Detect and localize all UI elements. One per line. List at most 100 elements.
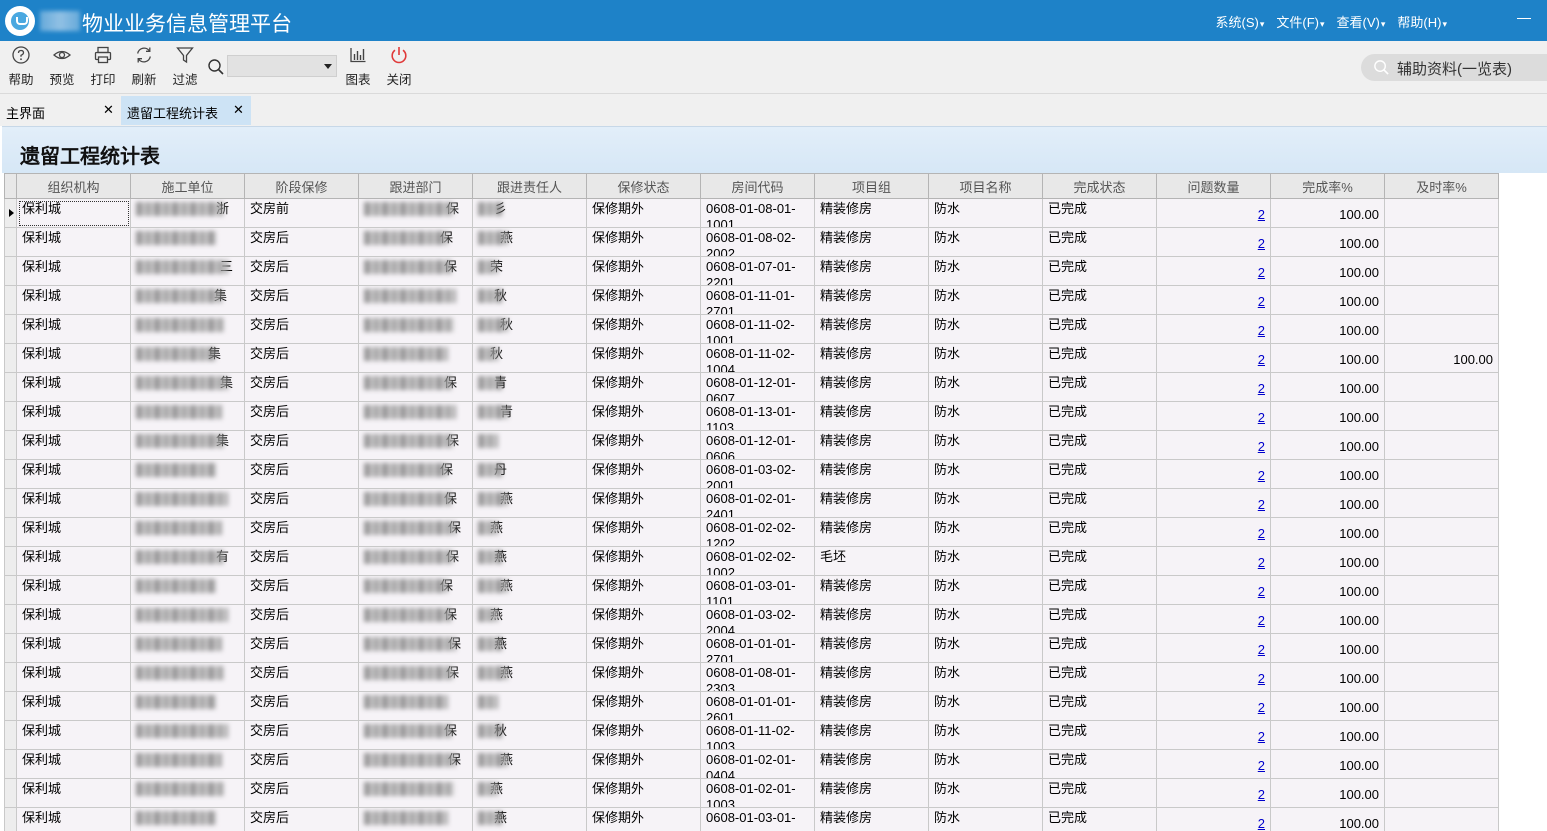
cell-status[interactable]: 已完成 <box>1043 402 1157 431</box>
cell-org[interactable]: 保利城 <box>17 286 131 315</box>
row-indicator[interactable] <box>5 199 17 228</box>
cell-dept[interactable]: 保 <box>359 431 473 460</box>
row-indicator[interactable] <box>5 460 17 489</box>
cell-rate[interactable]: 100.00 <box>1271 460 1385 489</box>
cell-person[interactable]: 燕 <box>473 634 587 663</box>
row-indicator[interactable] <box>5 750 17 779</box>
table-row[interactable]: 保利城浙交房前保彡保修期外0608-01-08-01-1001精装修房防水已完成… <box>5 199 1499 228</box>
cell-warranty[interactable]: 保修期外 <box>587 576 701 605</box>
cell-timely[interactable] <box>1385 431 1499 460</box>
cell-org[interactable]: 保利城 <box>17 518 131 547</box>
table-row[interactable]: 保利城交房后保燕保修期外0608-01-02-02-1202精装修房防水已完成2… <box>5 518 1499 547</box>
cell-group[interactable]: 毛坯 <box>815 547 929 576</box>
cell-timely[interactable] <box>1385 692 1499 721</box>
issue-count-link[interactable]: 2 <box>1258 265 1265 280</box>
table-row[interactable]: 保利城交房后燕保修期外0608-01-02-01-1003精装修房防水已完成21… <box>5 779 1499 808</box>
cell-org[interactable]: 保利城 <box>17 634 131 663</box>
cell-dept[interactable]: 保 <box>359 228 473 257</box>
row-indicator[interactable] <box>5 257 17 286</box>
row-indicator[interactable] <box>5 605 17 634</box>
column-header[interactable]: 施工单位 <box>131 174 245 199</box>
cell-timely[interactable] <box>1385 286 1499 315</box>
table-row[interactable]: 保利城交房后保燕保修期外0608-01-03-02-2004精装修房防水已完成2… <box>5 605 1499 634</box>
cell-status[interactable]: 已完成 <box>1043 634 1157 663</box>
cell-room-code[interactable]: 0608-01-01-01-2601 <box>701 692 815 721</box>
cell-room-code[interactable]: 0608-01-12-01-0606 <box>701 431 815 460</box>
cell-room-code[interactable]: 0608-01-07-01-2201 <box>701 257 815 286</box>
cell-dept[interactable] <box>359 344 473 373</box>
cell-org[interactable]: 保利城 <box>17 344 131 373</box>
cell-group[interactable]: 精装修房 <box>815 721 929 750</box>
cell-group[interactable]: 精装修房 <box>815 576 929 605</box>
column-header[interactable]: 房间代码 <box>701 174 815 199</box>
table-row[interactable]: 保利城交房后秋保修期外0608-01-11-02-1001精装修房防水已完成21… <box>5 315 1499 344</box>
table-row[interactable]: 保利城交房后保丹保修期外0608-01-03-02-2001精装修房防水已完成2… <box>5 460 1499 489</box>
cell-rate[interactable]: 100.00 <box>1271 808 1385 831</box>
cell-dept[interactable] <box>359 808 473 831</box>
cell-warranty[interactable]: 保修期外 <box>587 199 701 228</box>
cell-rate[interactable]: 100.00 <box>1271 228 1385 257</box>
cell-project[interactable]: 防水 <box>929 808 1043 831</box>
cell-stage[interactable]: 交房前 <box>245 199 359 228</box>
cell-contractor[interactable]: 集 <box>131 431 245 460</box>
cell-status[interactable]: 已完成 <box>1043 547 1157 576</box>
cell-contractor[interactable] <box>131 692 245 721</box>
cell-person[interactable]: 燕 <box>473 663 587 692</box>
issue-count-link[interactable]: 2 <box>1258 729 1265 744</box>
row-indicator[interactable] <box>5 286 17 315</box>
cell-warranty[interactable]: 保修期外 <box>587 315 701 344</box>
cell-org[interactable]: 保利城 <box>17 460 131 489</box>
table-row[interactable]: 保利城交房后保秋保修期外0608-01-11-02-1003精装修房防水已完成2… <box>5 721 1499 750</box>
data-grid[interactable]: 组织机构 施工单位 阶段保修 跟进部门 跟进责任人 保修状态 房间代码 项目组 … <box>4 173 1500 831</box>
table-row[interactable]: 保利城有交房后保燕保修期外0608-01-02-02-1002毛坯防水已完成21… <box>5 547 1499 576</box>
cell-org[interactable]: 保利城 <box>17 808 131 831</box>
cell-dept[interactable] <box>359 286 473 315</box>
row-indicator[interactable] <box>5 373 17 402</box>
cell-contractor[interactable] <box>131 460 245 489</box>
cell-org[interactable]: 保利城 <box>17 431 131 460</box>
column-header[interactable]: 阶段保修 <box>245 174 359 199</box>
cell-stage[interactable]: 交房后 <box>245 431 359 460</box>
cell-timely[interactable] <box>1385 779 1499 808</box>
cell-stage[interactable]: 交房后 <box>245 402 359 431</box>
column-header[interactable]: 完成状态 <box>1043 174 1157 199</box>
table-row[interactable]: 保利城交房后保燕保修期外0608-01-08-02-2002精装修房防水已完成2… <box>5 228 1499 257</box>
cell-warranty[interactable]: 保修期外 <box>587 634 701 663</box>
cell-org[interactable]: 保利城 <box>17 692 131 721</box>
cell-project[interactable]: 防水 <box>929 663 1043 692</box>
row-indicator[interactable] <box>5 402 17 431</box>
cell-contractor[interactable] <box>131 228 245 257</box>
table-row[interactable]: 保利城交房后保修期外0608-01-01-01-2601精装修房防水已完成210… <box>5 692 1499 721</box>
cell-warranty[interactable]: 保修期外 <box>587 692 701 721</box>
cell-group[interactable]: 精装修房 <box>815 808 929 831</box>
row-indicator[interactable] <box>5 315 17 344</box>
cell-timely[interactable] <box>1385 228 1499 257</box>
cell-project[interactable]: 防水 <box>929 605 1043 634</box>
cell-room-code[interactable]: 0608-01-08-01-2303 <box>701 663 815 692</box>
cell-rate[interactable]: 100.00 <box>1271 344 1385 373</box>
cell-room-code[interactable]: 0608-01-02-02-1002 <box>701 547 815 576</box>
cell-stage[interactable]: 交房后 <box>245 721 359 750</box>
close-button[interactable]: 关闭 <box>381 45 417 88</box>
cell-group[interactable]: 精装修房 <box>815 315 929 344</box>
cell-org[interactable]: 保利城 <box>17 547 131 576</box>
cell-timely[interactable] <box>1385 634 1499 663</box>
cell-rate[interactable]: 100.00 <box>1271 692 1385 721</box>
cell-warranty[interactable]: 保修期外 <box>587 808 701 831</box>
cell-project[interactable]: 防水 <box>929 721 1043 750</box>
cell-group[interactable]: 精装修房 <box>815 257 929 286</box>
cell-status[interactable]: 已完成 <box>1043 199 1157 228</box>
cell-warranty[interactable]: 保修期外 <box>587 663 701 692</box>
cell-room-code[interactable]: 0608-01-03-02-2004 <box>701 605 815 634</box>
cell-stage[interactable]: 交房后 <box>245 286 359 315</box>
cell-org[interactable]: 保利城 <box>17 663 131 692</box>
cell-room-code[interactable]: 0608-01-08-01-1001 <box>701 199 815 228</box>
cell-room-code[interactable]: 0608-01-11-01-2701 <box>701 286 815 315</box>
cell-status[interactable]: 已完成 <box>1043 605 1157 634</box>
cell-dept[interactable] <box>359 779 473 808</box>
minimize-button[interactable] <box>1517 10 1533 26</box>
cell-warranty[interactable]: 保修期外 <box>587 344 701 373</box>
close-icon[interactable]: ✕ <box>233 102 244 118</box>
cell-warranty[interactable]: 保修期外 <box>587 750 701 779</box>
cell-timely[interactable] <box>1385 518 1499 547</box>
